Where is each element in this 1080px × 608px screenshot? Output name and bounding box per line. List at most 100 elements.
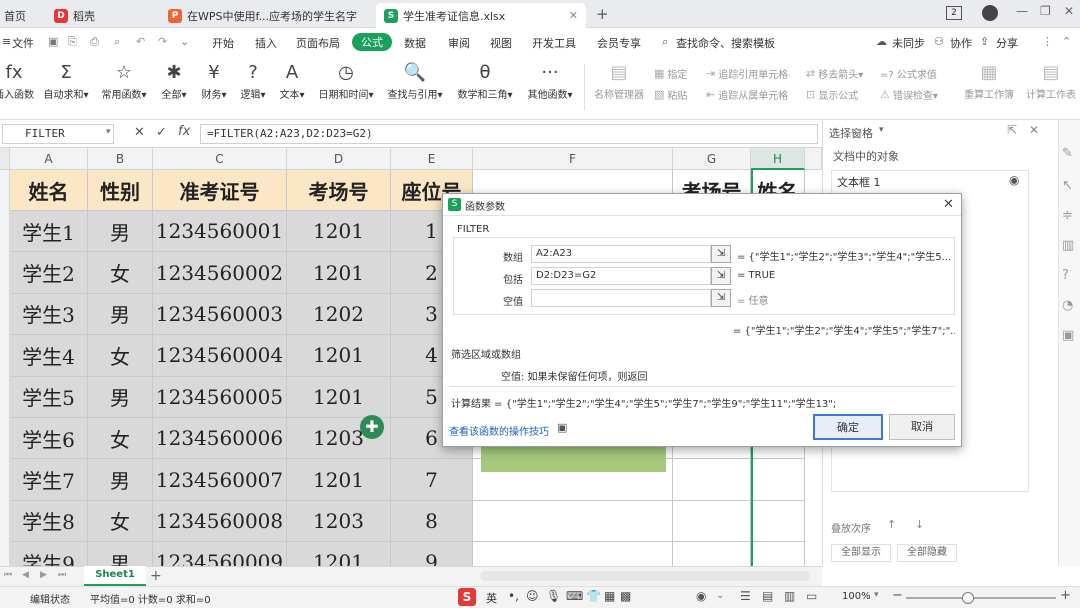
export-icon[interactable]: ⎘ [68,35,77,49]
more-icon[interactable]: ⋮ [1042,35,1053,48]
trace-dependents-button[interactable]: ⇤ 追踪从属单元格 [706,87,788,102]
cell-gender[interactable]: 女 [88,335,153,377]
layers-icon[interactable]: ▥ [1062,238,1074,253]
horizontal-scrollbar[interactable] [480,571,810,581]
chevron-down-icon[interactable]: ▾ [106,127,111,137]
cell-name[interactable]: 学生8 [10,500,88,543]
toolbox-icon[interactable]: ▦ [604,589,615,603]
save-icon[interactable]: ▣ [48,35,58,48]
menu-review[interactable]: 审阅 [448,35,470,51]
cell-room[interactable]: 1201 [287,252,391,294]
eye-icon[interactable]: ◉ [1009,173,1019,187]
user-avatar[interactable] [982,5,998,21]
zoom-slider-thumb[interactable] [962,592,974,604]
confirm-formula-icon[interactable]: ✓ [156,125,167,140]
arg-input-empty[interactable] [531,289,711,307]
cell-empty[interactable] [473,500,673,543]
zoom-out-button[interactable]: − [892,588,903,603]
print-icon[interactable]: ⎙ [90,35,99,49]
cell-name[interactable]: 学生6 [10,418,88,460]
cell-name[interactable]: 学生1 [10,211,88,253]
header-cell-name[interactable]: 姓名 [10,170,88,211]
range-picker-icon[interactable]: ⇲ [711,245,731,263]
preview-icon[interactable]: ⌕ [114,35,120,49]
chevron-down-icon[interactable]: ⌄ [180,35,189,48]
video-tip-icon[interactable]: ▣ [557,421,567,434]
menu-formulas[interactable]: 公式 [352,33,392,51]
recalc-workbook-button[interactable]: ▦ 重算工作簿 [960,60,1018,116]
paste-name-button[interactable]: ▧ 粘贴 [654,87,687,102]
cell-room[interactable]: 1201 [287,335,391,377]
menu-member[interactable]: 会员专享 [597,35,641,51]
column-header-c[interactable]: C [153,148,287,170]
cell-name[interactable]: 学生5 [10,376,88,418]
cell-ticket[interactable]: 1234560009 [153,542,287,566]
tab-ppt-document[interactable]: P 在WPS中使用f...应考场的学生名字 [160,3,370,28]
lookup-reference-button[interactable]: 🔍 查找与引用▾ [384,60,446,116]
header-cell-room[interactable]: 考场号 [287,170,391,211]
hamburger-icon[interactable]: ≡ [2,35,11,48]
cell-name[interactable]: 学生9 [10,542,88,566]
cell-ticket[interactable]: 1234560002 [153,252,287,294]
cell-empty[interactable] [751,459,805,501]
date-time-button[interactable]: ◷ 日期和时间▾ [316,60,376,116]
sheet-tab-sheet1[interactable]: Sheet1 [84,566,146,586]
page-layout-view-icon[interactable]: ▤ [762,589,773,603]
skin-icon[interactable]: 👕 [586,589,601,603]
help-icon[interactable]: ? [1062,268,1069,283]
column-header-b[interactable]: B [88,148,153,170]
new-tab-button[interactable]: + [596,5,609,23]
cell-name[interactable]: 学生4 [10,335,88,377]
cell-room[interactable]: 1201 [287,376,391,418]
cell-room[interactable]: 1203 [287,500,391,543]
menu-home[interactable]: 开始 [212,35,234,51]
restore-icon[interactable]: ❐ [1040,4,1051,18]
microphone-icon[interactable]: 🎙 [546,589,561,603]
menu-file[interactable]: 文件 [12,35,34,51]
cell-seat[interactable]: 9 [391,542,473,566]
zoom-level[interactable]: 100% [842,591,871,602]
error-checking-button[interactable]: ⚠ 错误检查▾ [880,87,938,102]
cell-ticket[interactable]: 1234560001 [153,211,287,253]
next-sheet-icon[interactable]: ▶ [40,570,47,580]
cell-empty[interactable] [673,459,751,501]
settings-icon[interactable]: ≑ [1062,208,1073,223]
column-header-a[interactable]: A [10,148,88,170]
cell-empty[interactable] [673,500,751,543]
cell-empty[interactable] [473,542,673,566]
zoom-slider-track[interactable] [906,597,1056,599]
ok-button[interactable]: 确定 [813,414,883,440]
cell-empty[interactable] [751,542,805,566]
minimize-icon[interactable]: — [1016,4,1028,18]
tab-home[interactable]: 首页 [0,3,40,28]
cell-room[interactable]: 1201 [287,459,391,501]
menu-insert[interactable]: 插入 [255,35,277,51]
cell-gender[interactable]: 女 [88,500,153,543]
pane-title[interactable]: 选择窗格 [829,125,873,141]
cell-seat[interactable]: 8 [391,500,473,543]
cell-ticket[interactable]: 1234560006 [153,418,287,460]
evaluate-formula-button[interactable]: =? 公式求值 [880,66,937,81]
cell-ticket[interactable]: 1234560007 [153,459,287,501]
cell-room[interactable]: 1201 [287,542,391,566]
style-icon[interactable]: ✎ [1062,146,1073,161]
collab-button[interactable]: 协作 [950,35,972,51]
reading-view-icon[interactable]: ▭ [806,589,817,603]
name-manager-button[interactable]: ▤ 名称管理器 [590,60,648,116]
header-cell-gender[interactable]: 性别 [88,170,153,211]
cancel-button[interactable]: 取消 [889,414,955,440]
collapse-ribbon-icon[interactable]: ⌃ [1062,35,1071,48]
first-sheet-icon[interactable]: ⏮ [4,570,12,580]
cell-seat[interactable]: 7 [391,459,473,501]
cell-gender[interactable]: 男 [88,542,153,566]
show-all-button[interactable]: 全部显示 [831,544,891,562]
cell-ticket[interactable]: 1234560003 [153,293,287,336]
function-wizard-icon[interactable]: fx [178,124,190,139]
normal-view-icon[interactable]: ☰ [740,589,751,603]
arg-input-include[interactable]: D2:D23=G2 [531,267,711,285]
row-header-strip[interactable] [0,170,10,566]
menu-developer[interactable]: 开发工具 [532,35,576,51]
select-all-corner[interactable] [0,148,10,170]
cell-ticket[interactable]: 1234560004 [153,335,287,377]
cell-gender[interactable]: 女 [88,418,153,460]
